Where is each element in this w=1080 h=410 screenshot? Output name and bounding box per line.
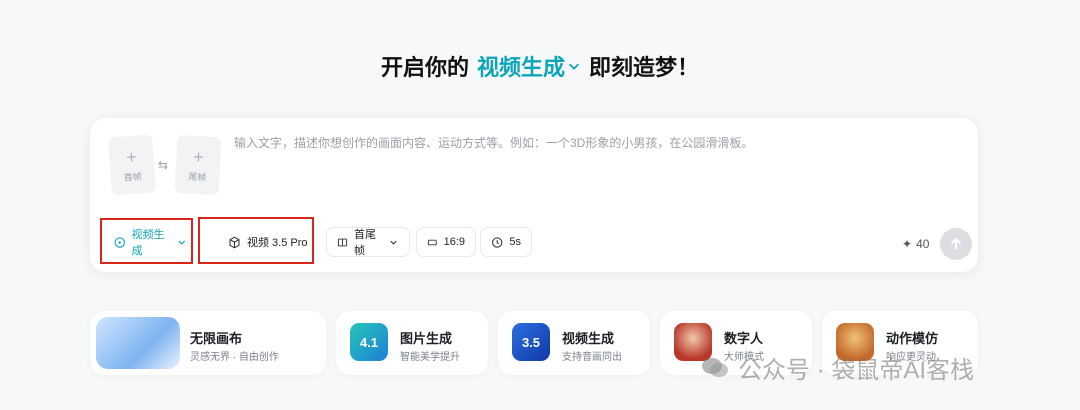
first-frame-label: 首帧: [123, 170, 143, 183]
aspect-ratio-label: 16:9: [443, 236, 465, 248]
arrow-up-icon: [950, 237, 962, 249]
frames-selector[interactable]: 首尾帧: [326, 227, 410, 257]
sparkle-icon: ✦: [902, 237, 913, 251]
credits-indicator: ✦ 40: [902, 237, 929, 251]
duration-selector[interactable]: 5s: [480, 227, 532, 257]
image-gen-logo: 4.1: [350, 323, 388, 361]
feature-card-video-gen[interactable]: 3.5 视频生成 支持音画同出: [498, 311, 650, 375]
card-title: 无限画布: [190, 331, 243, 346]
chevron-down-icon: [390, 240, 397, 245]
frames-label: 首尾帧: [354, 229, 377, 257]
first-frame-upload[interactable]: + 首帧: [108, 134, 156, 196]
pegasus-image: [96, 317, 180, 369]
card-title: 视频生成: [562, 331, 615, 346]
aspect-ratio-icon: [427, 239, 437, 245]
chevron-down-icon: [569, 63, 579, 70]
headline-prefix: 开启你的: [380, 55, 469, 80]
highlight-box-mode: [100, 218, 193, 264]
last-frame-upload[interactable]: + 尾帧: [174, 134, 222, 196]
prompt-input[interactable]: 输入文字，描述你想创作的画面内容、运动方式等。例如：一个3D形象的小男孩，在公园…: [234, 134, 934, 151]
credits-value: 40: [916, 237, 930, 251]
duration-label: 5s: [509, 236, 521, 248]
headline-mode-dropdown[interactable]: 视频生成: [477, 50, 581, 82]
plus-icon: +: [125, 146, 138, 167]
watermark-text: 公众号 · 袋鼠帝AI客栈: [738, 357, 975, 384]
last-frame-label: 尾帧: [188, 171, 207, 182]
card-title: 动作模仿: [886, 331, 939, 346]
headline-suffix: 即刻造梦！: [589, 55, 700, 80]
video-gen-logo: 3.5: [512, 323, 550, 361]
aspect-ratio-selector[interactable]: 16:9: [416, 227, 476, 257]
card-title: 图片生成: [400, 331, 453, 346]
clock-icon: [492, 236, 503, 248]
page-headline: 开启你的 视频生成 即刻造梦！: [0, 50, 1080, 82]
headline-mode-label: 视频生成: [476, 55, 565, 80]
card-subtitle: 支持音画同出: [562, 352, 622, 363]
plus-icon: +: [192, 146, 205, 167]
highlight-box-model: [198, 217, 314, 264]
card-subtitle: 灵感无界 · 自由创作: [190, 352, 279, 363]
watermark: 公众号 · 袋鼠帝AI客栈: [700, 350, 974, 385]
feature-card-canvas[interactable]: 无限画布 灵感无界 · 自由创作: [90, 311, 326, 375]
send-button[interactable]: [940, 228, 972, 260]
wechat-icon: [702, 357, 728, 377]
swap-icon[interactable]: ⇆: [158, 158, 168, 172]
card-subtitle: 智能美学提升: [400, 352, 460, 363]
frames-icon: [337, 238, 348, 246]
card-title: 数字人: [724, 331, 764, 346]
feature-card-image-gen[interactable]: 4.1 图片生成 智能美学提升: [336, 311, 488, 375]
